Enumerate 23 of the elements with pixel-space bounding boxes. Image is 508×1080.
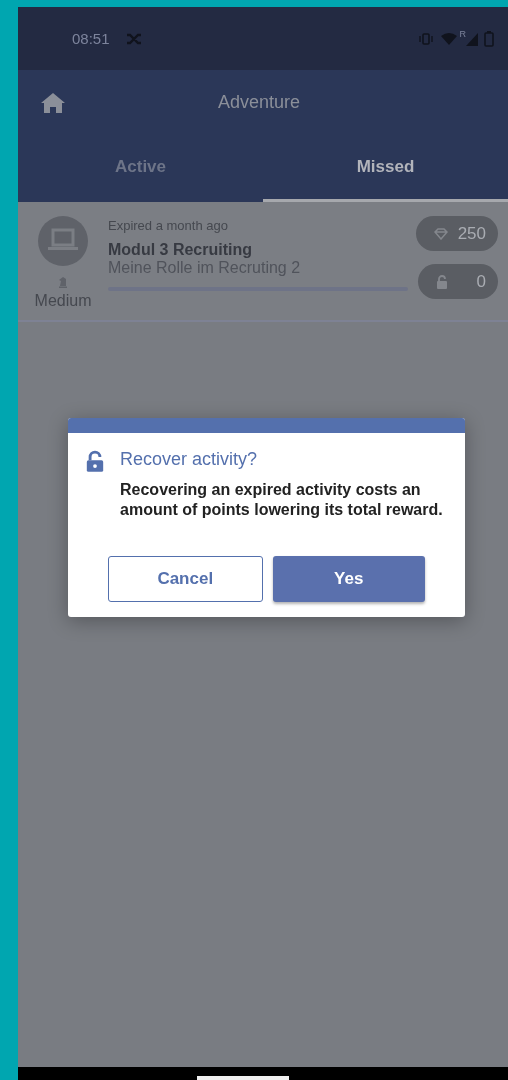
diamond-icon [433,227,448,240]
status-time: 08:51 [72,30,110,47]
wifi-icon [439,31,458,46]
shuffle-icon [125,31,142,46]
laptop-icon [38,216,88,266]
tab[interactable]: Active [18,135,263,202]
activity-title: Modul 3 Recruiting [108,241,253,259]
home-icon[interactable] [40,91,66,114]
unlock-icon [86,449,104,475]
cost-value: 0 [476,271,486,292]
unlock-icon [436,274,448,289]
cancel-button[interactable]: Cancel [108,556,263,602]
dialog-title: Recover activity? [120,449,259,470]
roaming-indicator: R [459,28,466,39]
vibrate-icon [417,31,434,46]
signal-icon [466,31,478,46]
battery-icon [484,30,494,47]
points-value: 250 [457,223,486,244]
app-title: Adventure [218,92,301,113]
confirm-button[interactable]: Yes [272,556,425,602]
dialog-message: Recovering an expired activity costs an amount of points lowering its total reward. [120,480,444,520]
home-handle[interactable] [197,1076,289,1080]
chess-knight-icon [58,276,68,288]
